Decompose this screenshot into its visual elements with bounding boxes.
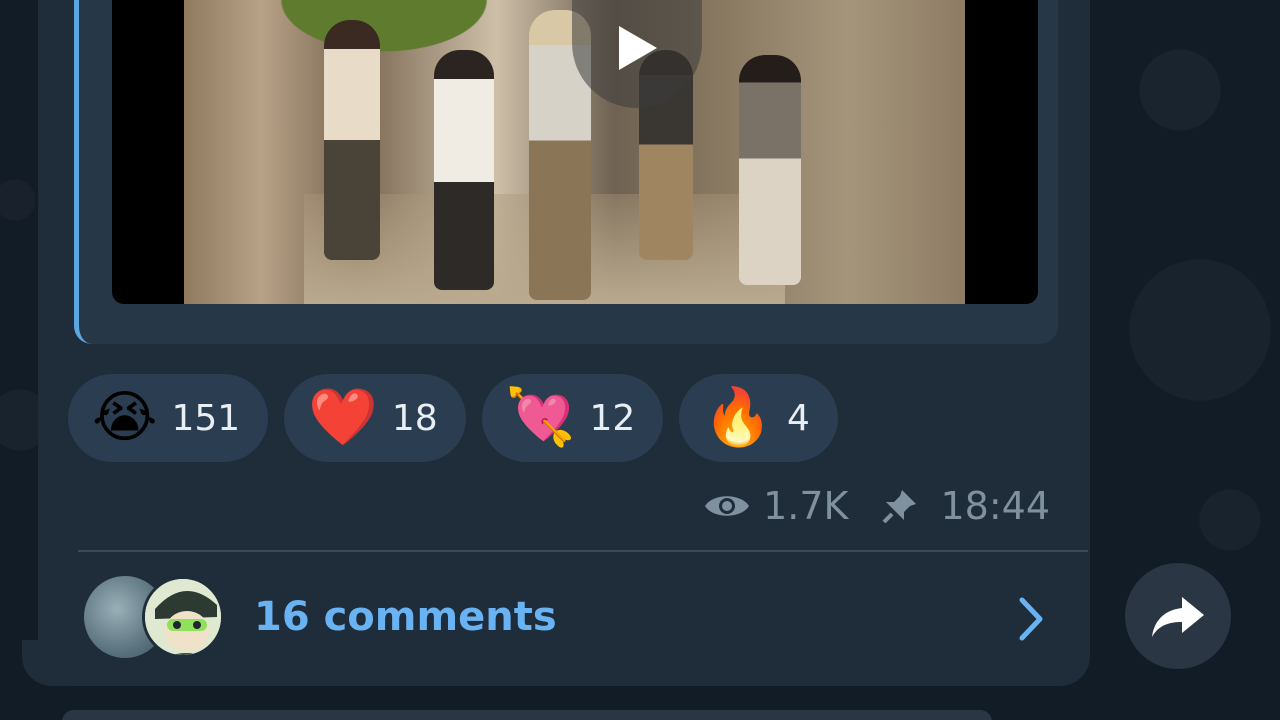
fire-icon: 🔥 — [703, 385, 773, 450]
share-icon — [1152, 597, 1204, 637]
reaction-heart-arrow[interactable]: 💘 12 — [481, 374, 664, 462]
heart-with-arrow-icon: 💘 — [505, 385, 576, 450]
divider — [78, 550, 1088, 552]
post-meta: 1.7K 18:44 — [703, 484, 1050, 528]
loudly-crying-face-icon: 😭 — [92, 385, 158, 450]
reaction-crying[interactable]: 😭 151 — [68, 374, 269, 462]
chevron-right-icon — [1019, 597, 1043, 641]
play-icon — [619, 26, 657, 70]
reaction-count: 18 — [391, 397, 438, 439]
pin-icon — [883, 490, 917, 524]
share-button[interactable] — [1125, 563, 1231, 669]
next-message-preview — [62, 710, 992, 720]
reaction-count: 151 — [171, 397, 241, 439]
avatar-image — [145, 579, 221, 655]
post-time: 18:44 — [940, 484, 1050, 528]
comments-row[interactable]: 16 comments — [84, 576, 1056, 662]
reaction-count: 4 — [786, 397, 810, 439]
view-count: 1.7K — [763, 484, 849, 528]
comments-label: 16 comments — [254, 594, 557, 640]
reaction-count: 12 — [589, 397, 636, 439]
video-player[interactable] — [112, 0, 1038, 304]
person-figure — [739, 55, 801, 285]
avatar — [142, 576, 224, 658]
red-heart-icon: ❤️ — [308, 385, 378, 450]
eye-icon — [705, 496, 750, 516]
person-figure — [324, 20, 380, 260]
media-block — [74, 0, 1058, 344]
person-figure — [434, 50, 494, 290]
reactions-bar: 😭 151 ❤️ 18 💘 12 🔥 4 — [68, 374, 838, 462]
reaction-fire[interactable]: 🔥 4 — [679, 374, 838, 462]
reaction-heart[interactable]: ❤️ 18 — [284, 374, 466, 462]
